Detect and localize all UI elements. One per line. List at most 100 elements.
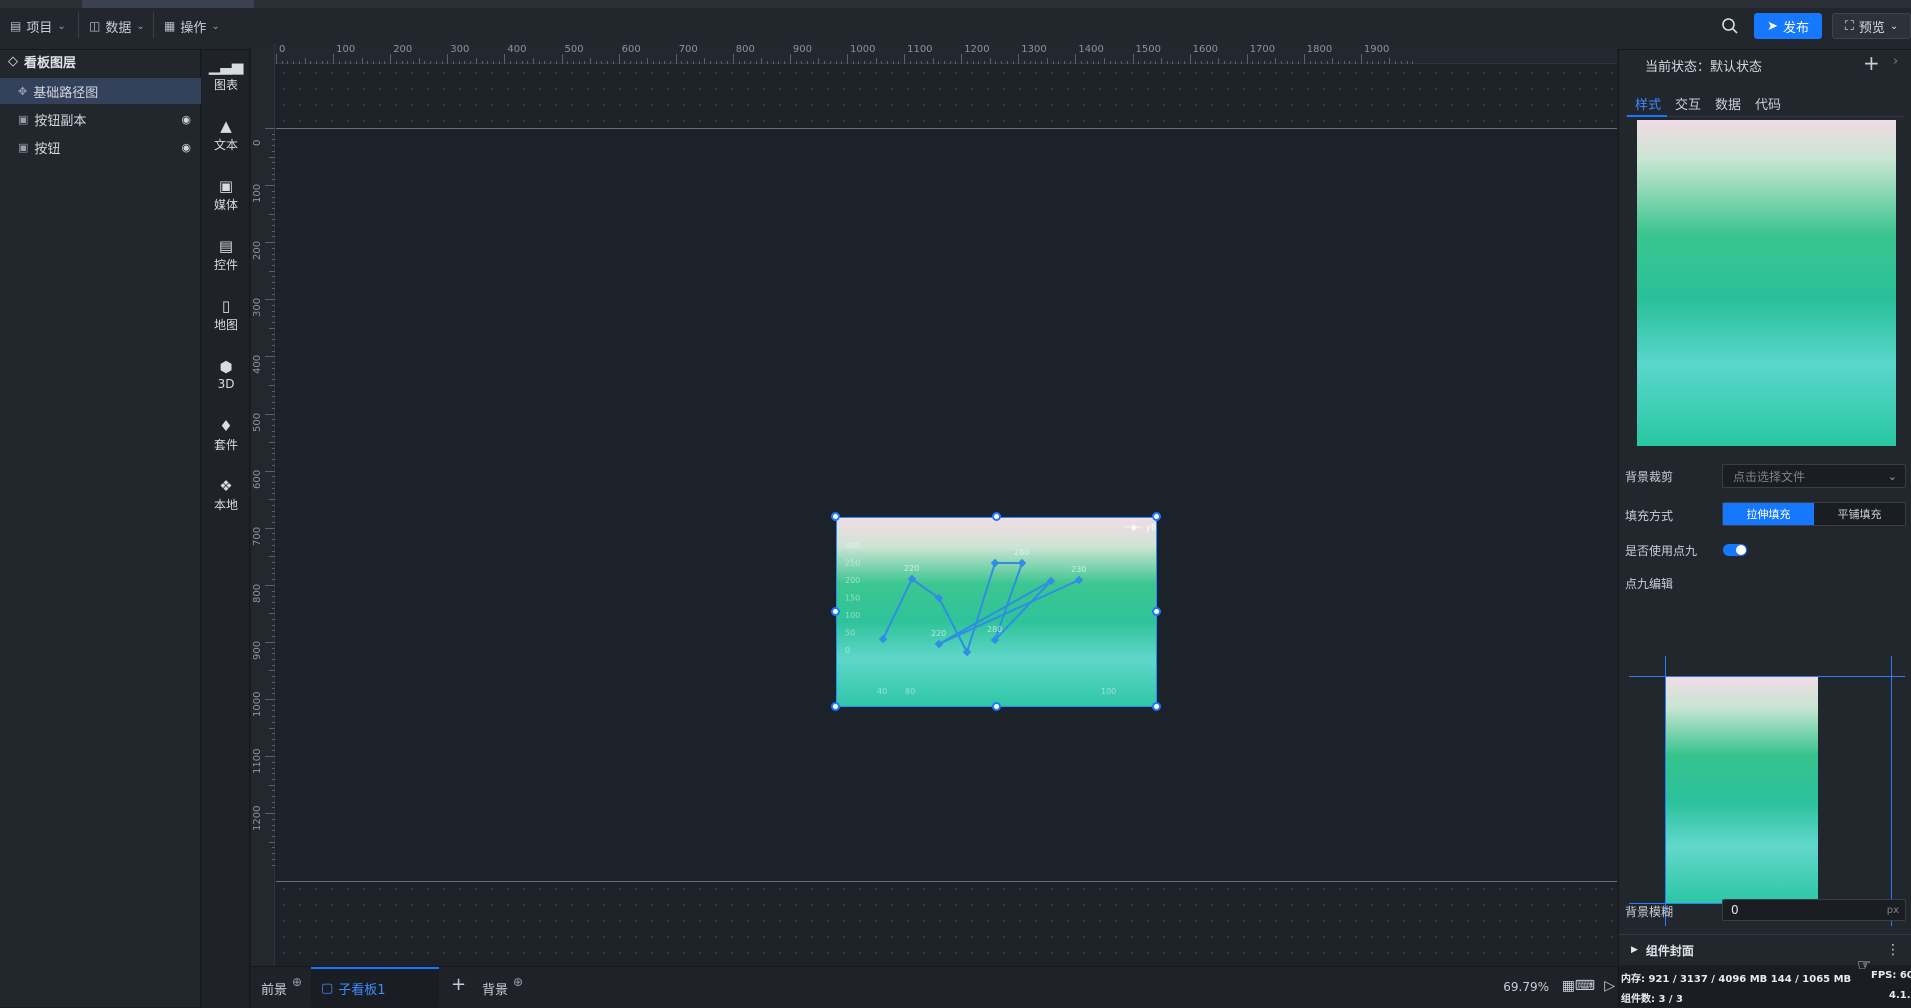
- current-state-label[interactable]: 当前状态：默认状态: [1645, 56, 1762, 75]
- comp-map[interactable]: ▯ 地图: [202, 290, 250, 340]
- ruler-tick: [1012, 61, 1014, 64]
- tab-data[interactable]: 数据: [1715, 94, 1741, 113]
- resize-handle-bl[interactable]: [831, 702, 840, 711]
- ruler-tick: [373, 61, 375, 64]
- ruler-tick: [418, 58, 420, 64]
- ruler-tick: [272, 653, 275, 655]
- background-image-preview[interactable]: [1637, 120, 1896, 446]
- resize-handle-b[interactable]: [992, 702, 1001, 711]
- fill-mode-label: 填充方式: [1625, 509, 1674, 523]
- ruler-tick: [272, 778, 275, 780]
- ruler-tick: [272, 539, 275, 541]
- eye-icon[interactable]: ◉: [181, 141, 191, 154]
- preview-label: 预览: [1858, 20, 1885, 36]
- tab-code[interactable]: 代码: [1755, 94, 1781, 113]
- ruler-tick: [1166, 61, 1168, 64]
- ruler-tick: [1058, 61, 1060, 64]
- ruler-tick: [1063, 61, 1065, 64]
- nine-patch-toggle[interactable]: [1723, 544, 1747, 556]
- ruler-tick: [898, 61, 900, 64]
- add-circle-icon[interactable]: ⊕: [513, 975, 523, 989]
- chevron-right-icon[interactable]: ›: [1893, 54, 1898, 69]
- ruler-tick: [1143, 61, 1145, 64]
- resize-handle-br[interactable]: [1152, 702, 1161, 711]
- ruler-tick: [1292, 61, 1294, 64]
- resize-handle-tr[interactable]: [1152, 512, 1161, 521]
- chart-legend: ─◆─ y8: [1124, 523, 1157, 533]
- comp-text[interactable]: ▲ 文本: [202, 110, 250, 160]
- ruler-tick: [487, 61, 489, 64]
- comp-chart[interactable]: ▁▃▅ 图表: [202, 50, 250, 100]
- board-area[interactable]: ─◆─ y8 300 250 200 150 100 50 0 40 80 100 220 280 280…: [276, 128, 1617, 882]
- ruler-tick: [272, 818, 275, 820]
- comp-3d[interactable]: ⬢ 3D: [202, 350, 250, 400]
- ruler-tick: [265, 813, 275, 815]
- ruler-tick: [835, 61, 837, 64]
- ruler-tick: [1046, 58, 1048, 64]
- ruler-tick: [265, 699, 275, 700]
- selected-widget-basic-path-chart[interactable]: ─◆─ y8 300 250 200 150 100 50 0 40 80 100 220 280 280…: [836, 517, 1157, 707]
- tab-background[interactable]: 背景 ⊕: [482, 975, 523, 999]
- ruler-tick: [738, 61, 740, 64]
- ruler-tick: [424, 61, 426, 64]
- nine-patch-editor[interactable]: [1629, 598, 1905, 926]
- layer-item-button-copy[interactable]: ▣ 按钮副本 ◉: [0, 106, 201, 132]
- nine-guide-right[interactable]: [1891, 656, 1892, 926]
- ruler-tick: [1138, 61, 1140, 64]
- ruler-tick: [272, 544, 275, 546]
- comp-media[interactable]: ▣ 媒体: [202, 170, 250, 220]
- bg-crop-file-select[interactable]: 点击选择文件 ⌄: [1722, 464, 1906, 488]
- ruler-tick: [310, 61, 312, 64]
- fill-stretch-option[interactable]: 拉伸填充: [1723, 503, 1814, 525]
- menu-project[interactable]: ▤ 项目 ⌄: [10, 16, 66, 36]
- ruler-top-label: 1600: [1192, 44, 1219, 55]
- comp-kit[interactable]: ♦ 套件: [202, 410, 250, 460]
- nine-guide-left[interactable]: [1665, 656, 1666, 926]
- tab-sub-board-1[interactable]: ▢ 子看板1: [321, 979, 386, 998]
- comp-local[interactable]: ❖ 本地: [202, 470, 250, 520]
- add-tab-button[interactable]: +: [451, 974, 466, 995]
- resize-handle-r[interactable]: [1152, 607, 1161, 616]
- nine-guide-top[interactable]: [1629, 676, 1905, 677]
- ruler-tick: [390, 54, 392, 64]
- fit-screen-icon[interactable]: ▦: [1562, 978, 1575, 994]
- publish-button[interactable]: ➤ 发布: [1754, 13, 1822, 39]
- preview-button[interactable]: ⛶ 预览 ⌄: [1832, 13, 1911, 39]
- ruler-tick: [915, 61, 917, 64]
- ruler-top-label: 1400: [1078, 44, 1104, 55]
- ruler-tick: [272, 482, 275, 484]
- resize-handle-l[interactable]: [831, 607, 840, 616]
- ruler-tick: [269, 784, 275, 786]
- ruler-tick: [401, 61, 403, 64]
- ruler-tick: [1195, 61, 1197, 64]
- add-circle-icon[interactable]: ⊕: [292, 975, 302, 989]
- terminal-icon[interactable]: ▷: [1604, 978, 1615, 994]
- add-state-icon[interactable]: +: [1863, 51, 1880, 75]
- menu-operation[interactable]: ▦ 操作 ⌄: [164, 16, 220, 36]
- ruler-left-label: 500: [252, 412, 263, 432]
- more-vertical-icon[interactable]: ⋮: [1886, 942, 1900, 958]
- ruler-tick: [272, 179, 275, 181]
- layer-item-button[interactable]: ▣ 按钮 ◉: [0, 134, 201, 160]
- menu-data[interactable]: ◫ 数据 ⌄: [89, 16, 145, 36]
- search-icon[interactable]: [1718, 14, 1742, 38]
- ruler-tick: [1378, 61, 1380, 64]
- keyboard-icon[interactable]: ⌨: [1575, 978, 1595, 994]
- resize-handle-tl[interactable]: [831, 512, 840, 521]
- resize-handle-t[interactable]: [992, 512, 1001, 521]
- comp-control[interactable]: ▤ 控件: [202, 230, 250, 280]
- layer-item-basic-path[interactable]: ✥ 基础路径图: [0, 78, 201, 104]
- ruler-tick: [272, 453, 275, 455]
- tab-foreground[interactable]: 前景 ⊕: [261, 975, 302, 999]
- chart-point: [990, 558, 1000, 568]
- fill-tile-option[interactable]: 平铺填充: [1814, 503, 1905, 525]
- ruler-tick: [272, 750, 275, 752]
- tab-interaction[interactable]: 交互: [1675, 94, 1701, 113]
- eye-icon[interactable]: ◉: [181, 113, 191, 126]
- tab-style[interactable]: 样式: [1635, 94, 1661, 113]
- ruler-top-label: 1700: [1249, 44, 1276, 55]
- bg-blur-input[interactable]: 0 px: [1722, 899, 1906, 921]
- canvas-area[interactable]: ─◆─ y8 300 250 200 150 100 50 0 40 80 100 220 280 280…: [251, 44, 1617, 966]
- ruler-tick: [1389, 58, 1391, 64]
- zoom-level[interactable]: 69.79%: [1503, 980, 1549, 994]
